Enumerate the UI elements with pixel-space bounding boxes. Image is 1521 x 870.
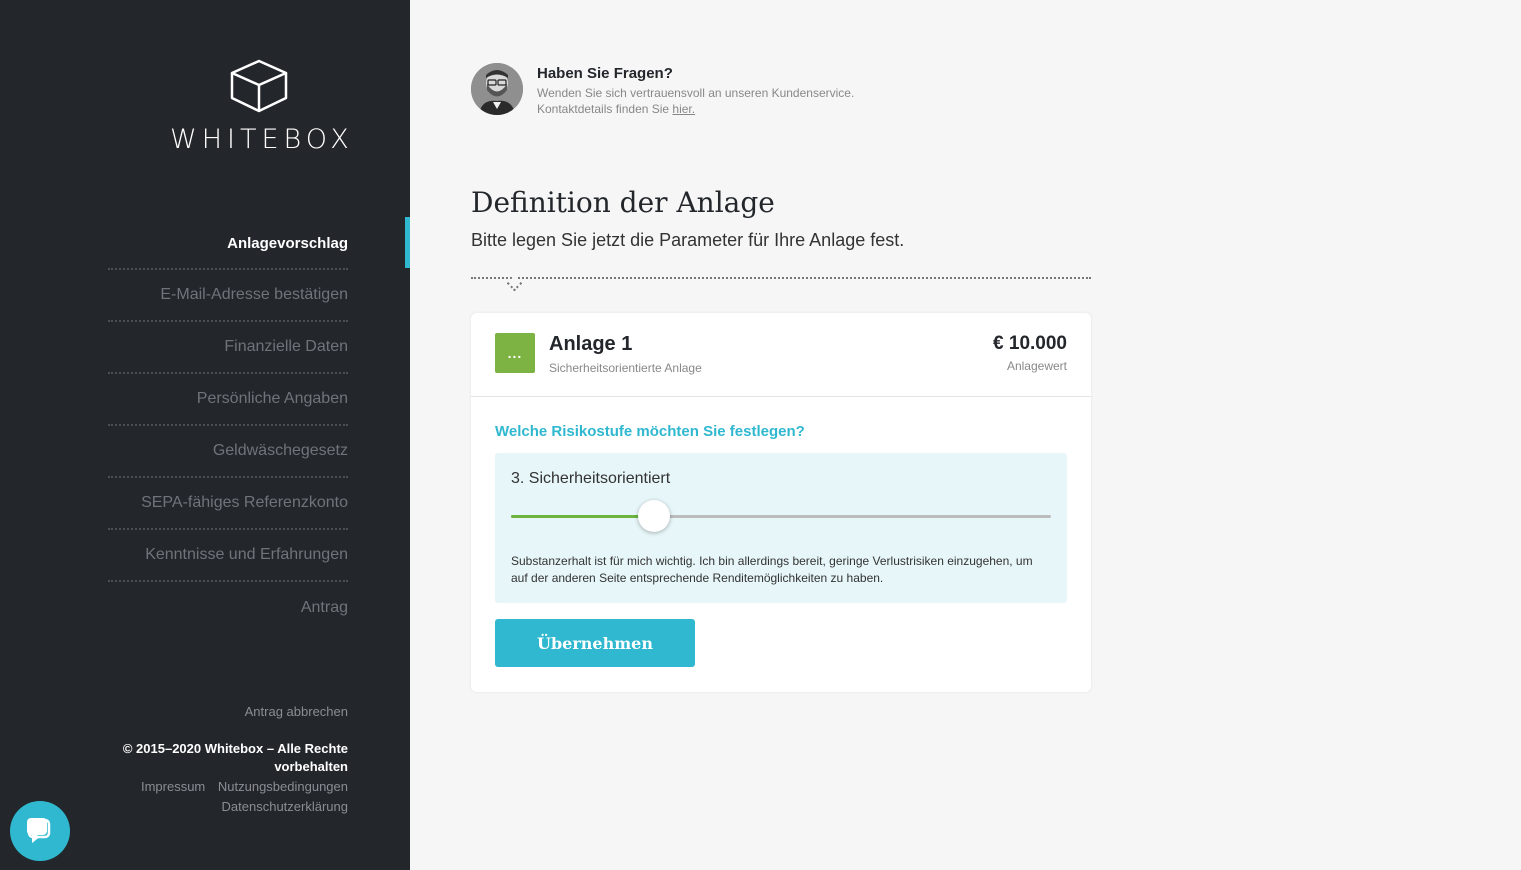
brand-logo[interactable]: WHITEBOX [170, 58, 354, 155]
step-sepa-account[interactable]: SEPA-fähiges Referenzkonto [108, 478, 348, 530]
section-divider [471, 277, 1091, 279]
sidebar: WHITEBOX Anlagevorschlag E-Mail-Adresse … [0, 0, 410, 870]
step-personal-data[interactable]: Persönliche Angaben [108, 374, 348, 426]
risk-slider-fill [511, 515, 655, 518]
cube-icon [230, 59, 288, 113]
impressum-link[interactable]: Impressum [141, 779, 205, 794]
risk-description: Substanzerhalt ist für mich wichtig. Ich… [511, 554, 1033, 585]
step-navigation: Anlagevorschlag E-Mail-Adresse bestätige… [108, 218, 348, 634]
risk-question: Welche Risikostufe möchten Sie festlegen… [495, 423, 805, 440]
submit-button[interactable]: Übernehmen [495, 619, 695, 667]
investment-card: ... Anlage 1 Sicherheitsorientierte Anla… [471, 313, 1091, 692]
terms-link[interactable]: Nutzungsbedingungen [218, 779, 348, 794]
investment-amount-label: Anlagewert [1006, 359, 1067, 373]
investment-name: Anlage 1 [549, 333, 633, 355]
page-subtitle: Bitte legen Sie jetzt die Parameter für … [471, 230, 905, 250]
brand-name: WHITEBOX [170, 124, 354, 155]
contact-details-link[interactable]: hier. [672, 102, 695, 116]
chat-button[interactable] [10, 801, 70, 861]
risk-slider-handle[interactable] [638, 500, 671, 532]
copyright-text: © 2015–2020 Whitebox – Alle Rechte vorbe… [122, 741, 348, 774]
investment-amount: € 10.000 [993, 333, 1067, 354]
help-box: Haben Sie Fragen? Wenden Sie sich vertra… [471, 63, 854, 116]
risk-slider[interactable] [511, 500, 1051, 532]
cancel-application-link[interactable]: Antrag abbrechen [245, 704, 348, 719]
step-application[interactable]: Antrag [108, 582, 348, 634]
help-line: Wenden Sie sich vertrauensvoll an unsere… [537, 86, 855, 100]
privacy-link[interactable]: Datenschutzerklärung [222, 799, 348, 814]
footer-links: Impressum Nutzungsbedingungen Datenschut… [108, 777, 348, 817]
page-title: Definition der Anlage [471, 186, 775, 219]
step-anlagevorschlag[interactable]: Anlagevorschlag [108, 218, 348, 270]
investment-icon: ... [495, 333, 535, 373]
help-contact-line: Kontaktdetails finden Sie hier. [537, 102, 854, 116]
support-avatar [471, 63, 523, 115]
step-money-laundering[interactable]: Geldwäschegesetz [108, 426, 348, 478]
help-contact-text: Kontaktdetails finden Sie [537, 102, 673, 116]
card-header: ... Anlage 1 Sicherheitsorientierte Anla… [471, 313, 1091, 397]
risk-selector: 3. Sicherheitsorientiert Substanzerhalt … [495, 453, 1067, 603]
investment-type: Sicherheitsorientierte Anlage [549, 361, 702, 375]
step-financial-data[interactable]: Finanzielle Daten [108, 322, 348, 374]
step-knowledge-experience[interactable]: Kenntnisse und Erfahrungen [108, 530, 348, 582]
step-email-confirm[interactable]: E-Mail-Adresse bestätigen [108, 270, 348, 322]
chat-bubble-icon [27, 818, 51, 844]
help-title: Haben Sie Fragen? [537, 65, 673, 82]
risk-level-label: 3. Sicherheitsorientiert [511, 470, 671, 487]
active-step-marker [405, 217, 410, 268]
